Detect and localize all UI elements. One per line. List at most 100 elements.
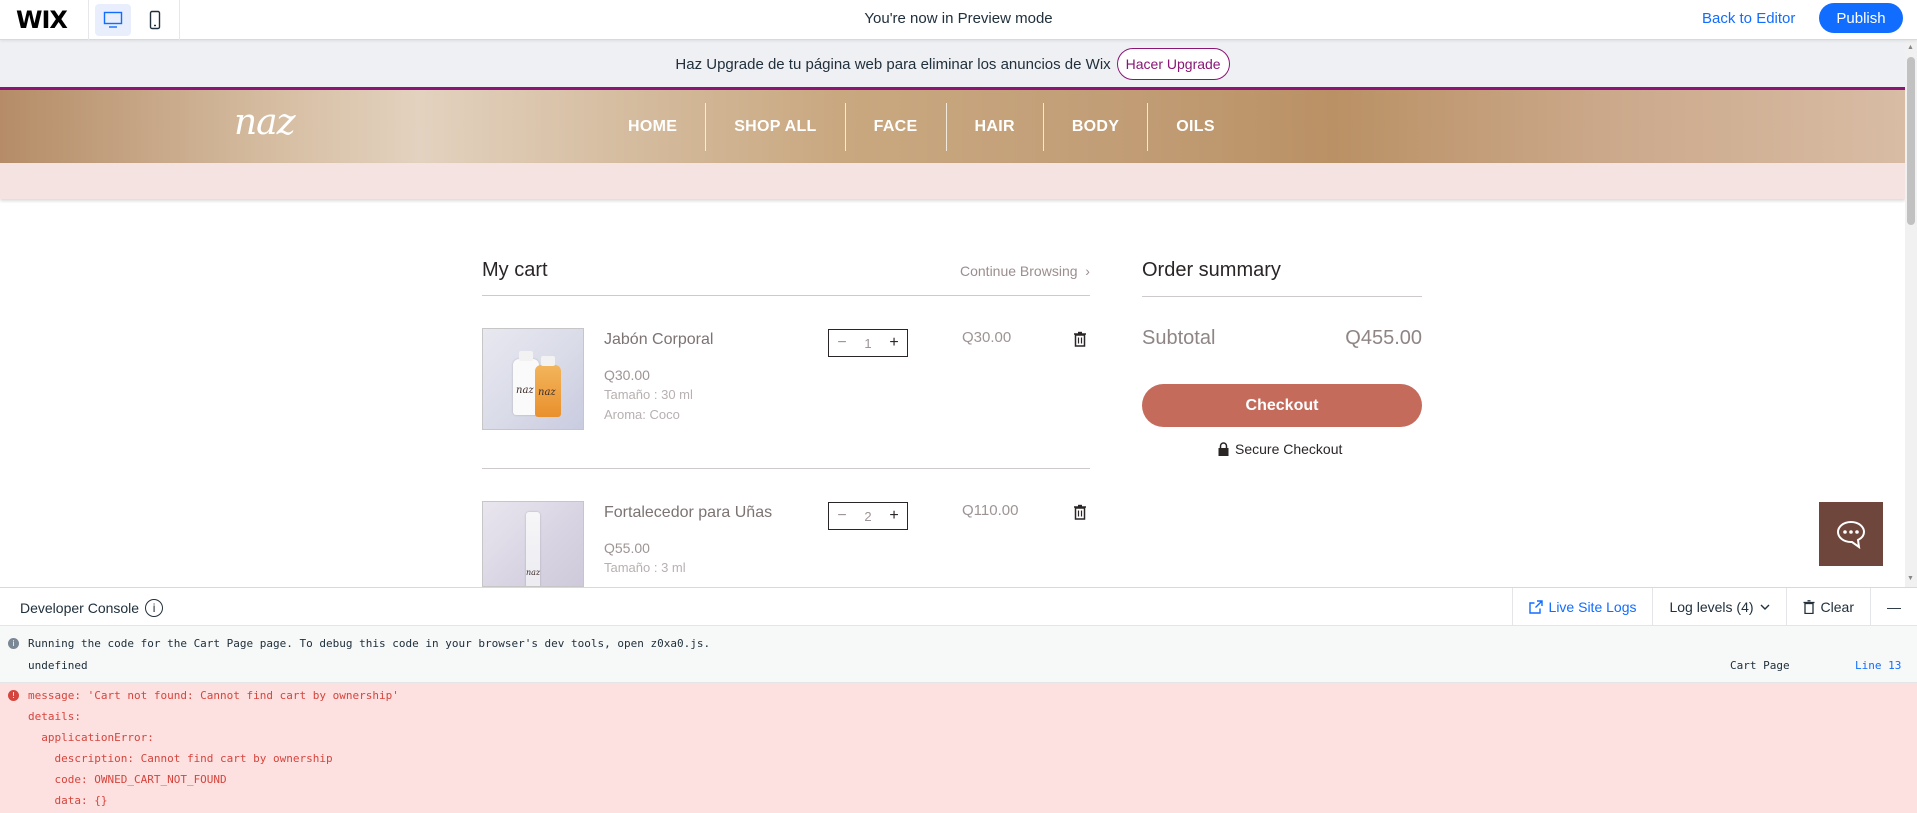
continue-browsing-label: Continue Browsing: [960, 263, 1078, 279]
console-log-list: i Running the code for the Cart Page pag…: [0, 626, 1917, 813]
log-levels-label: Log levels (4): [1669, 599, 1754, 615]
site-logo[interactable]: naz: [234, 102, 296, 143]
trash-icon[interactable]: [1073, 504, 1087, 520]
live-site-logs-label: Live Site Logs: [1548, 599, 1637, 615]
console-actions: Live Site Logs Log levels (4) Clear —: [1511, 588, 1917, 626]
chat-button[interactable]: [1819, 502, 1883, 566]
product-label: naz: [516, 385, 534, 396]
item-price: Q30.00: [604, 367, 650, 383]
item-name[interactable]: Fortalecedor para Uñas: [604, 504, 772, 522]
subtotal-value: Q455.00: [1345, 327, 1422, 349]
product-label: naz: [526, 568, 541, 577]
item-name[interactable]: Jabón Corporal: [604, 331, 713, 349]
log-line-link[interactable]: Line 13: [1855, 659, 1901, 672]
developer-console: Developer Console i Live Site Logs Log l…: [0, 587, 1917, 813]
product-label: naz: [538, 387, 556, 398]
minus-icon[interactable]: −: [834, 507, 850, 525]
quantity-value[interactable]: 2: [864, 509, 871, 524]
minimize-console-button[interactable]: —: [1870, 588, 1917, 626]
publish-button[interactable]: Publish: [1819, 3, 1903, 33]
log-entry-error: ! message: 'Cart not found: Cannot find …: [0, 683, 1917, 813]
secure-checkout-label: Secure Checkout: [1235, 441, 1343, 457]
error-icon: !: [8, 690, 19, 701]
item-line-total: Q30.00: [962, 329, 1012, 346]
clear-label: Clear: [1820, 599, 1854, 615]
secure-checkout: Secure Checkout: [1218, 441, 1342, 457]
item-line-total: Q110.00: [962, 502, 1019, 519]
desktop-icon: [103, 11, 123, 28]
info-icon: i: [8, 638, 19, 649]
log-entry-info: i Running the code for the Cart Page pag…: [0, 626, 1917, 683]
cart-divider: [482, 295, 1090, 296]
scroll-up-icon[interactable]: ▲: [1907, 44, 1914, 51]
trash-icon[interactable]: [1073, 331, 1087, 347]
upgrade-button[interactable]: Hacer Upgrade: [1116, 48, 1230, 80]
nav-item-home[interactable]: HOME: [600, 102, 707, 151]
quantity-stepper[interactable]: − 2 +: [828, 502, 908, 530]
log-levels-dropdown[interactable]: Log levels (4): [1652, 588, 1785, 626]
item-option: Tamaño : 30 ml: [604, 387, 693, 402]
log-value: undefined: [28, 659, 88, 672]
plus-icon[interactable]: +: [886, 334, 902, 352]
item-price: Q55.00: [604, 540, 650, 556]
item-option: Tamaño : 3 ml: [604, 560, 686, 575]
product-bottle-cap: [541, 356, 555, 366]
wix-preview-bar: WIX You're now in Preview mode Back to E…: [0, 0, 1917, 40]
preview-mode-message: You're now in Preview mode: [864, 10, 1053, 27]
desktop-view-button[interactable]: [95, 4, 131, 36]
chevron-down-icon: [1760, 604, 1770, 610]
upgrade-text: Haz Upgrade de tu página web para elimin…: [675, 55, 1111, 73]
error-line: message: 'Cart not found: Cannot find ca…: [28, 689, 399, 702]
nav-item-face[interactable]: FACE: [846, 102, 947, 151]
quantity-value[interactable]: 1: [864, 336, 871, 351]
header-strip: [0, 163, 1905, 199]
log-message: Running the code for the Cart Page page.…: [28, 637, 711, 650]
upgrade-banner: Haz Upgrade de tu página web para elimin…: [0, 40, 1905, 88]
external-link-icon: [1528, 600, 1543, 614]
clear-button[interactable]: Clear: [1785, 588, 1870, 626]
plus-icon[interactable]: +: [886, 507, 902, 525]
page-scrollbar-thumb[interactable]: [1907, 57, 1915, 225]
main-nav: HOME SHOP ALL FACE HAIR BODY OILS: [600, 90, 1243, 163]
product-image-jabon-corporal[interactable]: naz naz: [482, 328, 584, 430]
site-header: naz HOME SHOP ALL FACE HAIR BODY OILS: [0, 90, 1905, 163]
mobile-icon: [149, 10, 161, 30]
log-source-page: Cart Page: [1730, 659, 1790, 672]
chevron-right-icon: ›: [1081, 263, 1090, 279]
cart-item-divider: [482, 468, 1090, 469]
summary-divider: [1142, 296, 1422, 297]
trash-icon: [1803, 600, 1815, 614]
live-site-logs-button[interactable]: Live Site Logs: [1511, 588, 1653, 626]
error-line: code: OWNED_CART_NOT_FOUND: [28, 773, 227, 786]
product-image-fortalecedor[interactable]: naz: [482, 501, 584, 587]
checkout-button[interactable]: Checkout: [1142, 384, 1422, 427]
error-line: applicationError:: [28, 731, 154, 744]
product-bottle-cap: [519, 351, 533, 361]
error-line: description: Cannot find cart by ownersh…: [28, 752, 333, 765]
nav-item-body[interactable]: BODY: [1044, 102, 1149, 151]
continue-browsing-link[interactable]: Continue Browsing ›: [960, 263, 1090, 279]
chat-icon: [1836, 520, 1866, 549]
order-summary-title: Order summary: [1142, 259, 1281, 281]
item-option: Aroma: Coco: [604, 407, 680, 422]
device-toggle: [88, 0, 180, 40]
cart-title: My cart: [482, 259, 548, 281]
info-icon[interactable]: i: [145, 599, 164, 617]
back-to-editor-link[interactable]: Back to Editor: [1702, 10, 1795, 27]
nav-item-oils[interactable]: OILS: [1148, 103, 1243, 151]
quantity-stepper[interactable]: − 1 +: [828, 329, 908, 357]
nav-item-hair[interactable]: HAIR: [947, 102, 1044, 151]
console-header: Developer Console i Live Site Logs Log l…: [0, 588, 1917, 626]
mobile-view-button[interactable]: [137, 4, 173, 36]
console-title: Developer Console i: [20, 599, 164, 617]
wix-logo[interactable]: WIX: [16, 6, 68, 34]
minus-icon[interactable]: −: [834, 334, 850, 352]
error-line: details:: [28, 710, 81, 723]
subtotal-label: Subtotal: [1142, 327, 1216, 349]
console-title-label: Developer Console: [20, 600, 140, 616]
error-line: data: {}: [28, 794, 108, 807]
scroll-down-icon[interactable]: ▼: [1907, 575, 1914, 582]
minimize-icon: —: [1887, 599, 1901, 615]
nav-item-shop-all[interactable]: SHOP ALL: [706, 102, 846, 151]
lock-icon: [1218, 442, 1229, 456]
